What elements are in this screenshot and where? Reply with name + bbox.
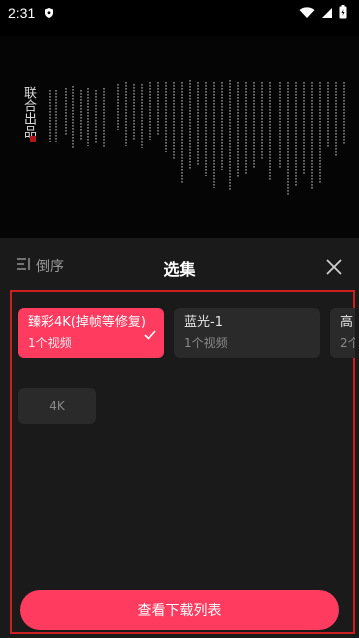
status-time: 2:31	[8, 5, 36, 21]
video-player[interactable]: 联合出品	[0, 36, 359, 238]
quality-card-list[interactable]: 臻彩4K(掉帧等修复) 1个视频 蓝光-1 1个视频 高 2个	[18, 308, 355, 360]
battery-icon	[339, 4, 347, 23]
close-icon[interactable]	[325, 258, 343, 276]
quality-selection-area: 臻彩4K(掉帧等修复) 1个视频 蓝光-1 1个视频 高 2个 4K 查看下载列…	[10, 290, 355, 634]
credit-text-columns	[49, 80, 345, 196]
quality-card-bluray[interactable]: 蓝光-1 1个视频	[174, 308, 320, 358]
view-download-list-button[interactable]: 查看下载列表	[20, 590, 339, 630]
card-subtitle: 1个视频	[184, 336, 228, 350]
status-icons	[299, 4, 347, 23]
card-title: 蓝光-1	[184, 315, 223, 330]
signal-icon	[321, 4, 333, 23]
episode-selection-sheet: 倒序 选集 臻彩4K(掉帧等修复) 1个视频 蓝光-1 1个视频 高 2个 4K…	[0, 238, 359, 638]
wifi-icon	[299, 4, 315, 23]
card-subtitle: 2个	[340, 336, 355, 350]
quality-card-high[interactable]: 高 2个	[330, 308, 355, 358]
card-title: 臻彩4K(掉帧等修复)	[28, 315, 146, 330]
check-icon	[144, 326, 156, 340]
sheet-title: 选集	[163, 260, 196, 279]
quality-card-4k-selected[interactable]: 臻彩4K(掉帧等修复) 1个视频	[18, 308, 164, 358]
card-title: 高	[340, 315, 354, 330]
card-subtitle: 1个视频	[28, 336, 72, 350]
episode-chip-4k[interactable]: 4K	[18, 388, 96, 424]
sheet-header: 倒序 选集	[0, 238, 359, 292]
shield-icon	[43, 7, 55, 19]
status-bar: 2:31	[0, 0, 359, 26]
